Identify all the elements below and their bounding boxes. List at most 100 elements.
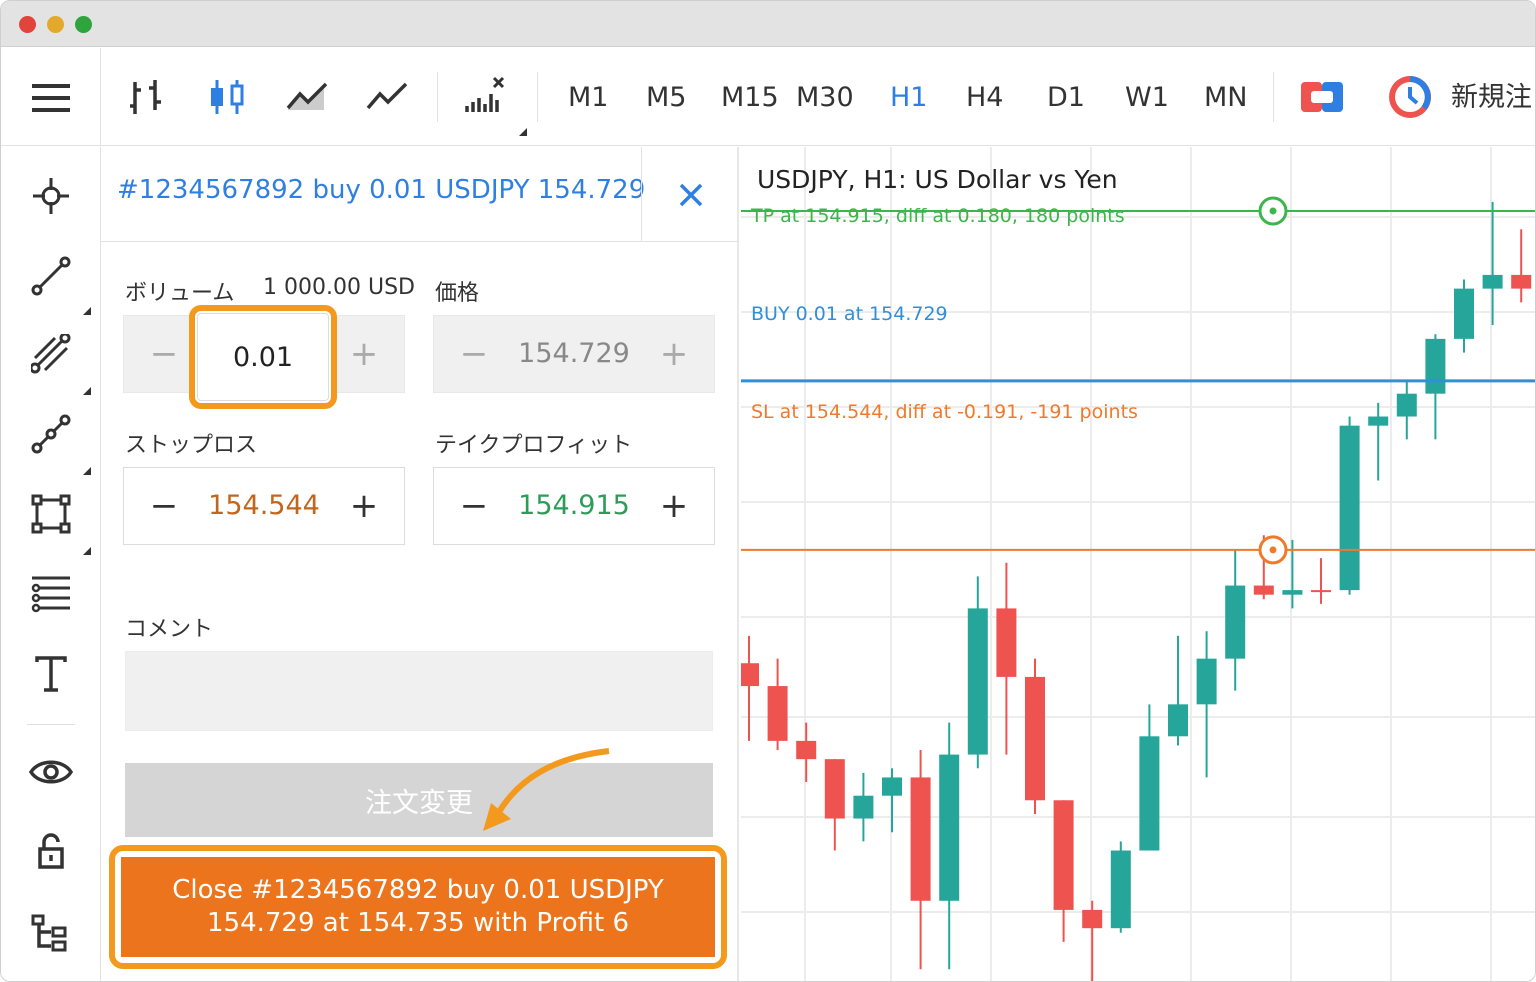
one-click-trading-button[interactable] — [1297, 72, 1347, 122]
corner-indicator-icon — [519, 128, 527, 136]
close-order-button[interactable]: Close #1234567892 buy 0.01 USDJPY 154.72… — [121, 857, 715, 957]
corner-indicator-icon — [83, 307, 91, 315]
candle-body — [882, 777, 902, 796]
candlestick-chart-button[interactable] — [203, 72, 253, 122]
order-panel: #1234567892 buy 0.01 USDJPY 154.729 ボリュー… — [101, 147, 739, 981]
close-window-button[interactable] — [19, 16, 36, 33]
candle-body — [967, 608, 988, 755]
object-tree-button[interactable] — [26, 909, 76, 959]
candle-body — [910, 777, 931, 901]
text-icon — [35, 656, 67, 692]
corner-indicator-icon — [83, 547, 91, 555]
visibility-button[interactable] — [26, 747, 76, 797]
candle-body — [996, 608, 1017, 677]
timeframe-m1[interactable]: M1 — [568, 78, 608, 118]
new-order-icon — [1389, 76, 1432, 118]
bar-chart-button[interactable] — [123, 72, 173, 122]
candle-body — [1196, 658, 1217, 705]
takeprofit-increase-button[interactable]: + — [634, 468, 714, 544]
rectangle-icon — [31, 494, 71, 534]
new-order-icon-button[interactable] — [1385, 72, 1435, 122]
stoploss-increase-button[interactable]: + — [324, 468, 404, 544]
stoploss-value[interactable]: 154.544 — [204, 468, 324, 544]
candle-body — [1425, 338, 1446, 394]
timeframe-h4[interactable]: H4 — [966, 78, 1003, 118]
candle-body — [1511, 274, 1532, 289]
timeframe-h1[interactable]: H1 — [890, 78, 927, 118]
timeframe-m15[interactable]: M15 — [721, 78, 779, 118]
area-chart-icon — [286, 82, 328, 110]
tp-drag-handle-dot — [1269, 207, 1277, 215]
modify-order-button[interactable]: 注文変更 — [125, 763, 713, 837]
candle-body — [824, 759, 845, 819]
takeprofit-value[interactable]: 154.915 — [514, 468, 634, 544]
new-order-label[interactable]: 新規注 — [1451, 78, 1532, 118]
comment-input[interactable] — [125, 651, 713, 731]
candle-body — [741, 663, 759, 687]
indicators-icon — [465, 76, 505, 112]
area-chart-button[interactable] — [283, 72, 333, 122]
candle-body — [1311, 590, 1331, 593]
text-button[interactable] — [26, 649, 76, 699]
app-window: M1 M5 M15 M30 H1 H4 D1 W1 MN 新規注 #123456… — [0, 0, 1536, 982]
order-title: #1234567892 buy 0.01 USDJPY 154.729 — [117, 175, 646, 205]
price-decrease-button: − — [459, 334, 489, 374]
candle-body — [1482, 274, 1503, 289]
drawing-toolbar — [1, 147, 101, 981]
volume-value: 0.01 — [232, 341, 294, 373]
chart-canvas[interactable] — [741, 147, 1536, 982]
fibonacci-icon — [31, 414, 71, 454]
candle-body — [1053, 800, 1074, 910]
timeframe-d1[interactable]: D1 — [1047, 78, 1085, 118]
buy-line-label: BUY 0.01 at 154.729 — [751, 303, 948, 325]
candle-body — [939, 754, 960, 901]
pointer-arrow-icon — [483, 748, 610, 831]
price-increase-button: + — [659, 334, 689, 374]
lines-button[interactable] — [26, 569, 76, 619]
crosshair-icon — [33, 178, 69, 214]
close-icon — [679, 183, 702, 206]
crosshair-button[interactable] — [26, 171, 76, 221]
one-click-trading-icon — [1301, 82, 1343, 112]
candle-body — [1339, 425, 1360, 591]
price-stepper: − 154.729 + — [433, 315, 715, 393]
price-value: 154.729 — [518, 338, 630, 369]
candle-body — [1025, 676, 1045, 801]
indicators-button[interactable] — [461, 72, 511, 122]
timeframe-mn[interactable]: MN — [1204, 78, 1248, 118]
fibonacci-button[interactable] — [26, 409, 76, 459]
toolbar-separator — [27, 724, 75, 725]
minimize-window-button[interactable] — [47, 16, 64, 33]
lock-button[interactable] — [26, 827, 76, 877]
timeframe-w1[interactable]: W1 — [1125, 78, 1169, 118]
takeprofit-stepper[interactable]: − 154.915 + — [433, 467, 715, 545]
menu-button[interactable] — [1, 48, 101, 146]
stoploss-stepper[interactable]: − 154.544 + — [123, 467, 405, 545]
shapes-button[interactable] — [26, 489, 76, 539]
channel-button[interactable] — [26, 329, 76, 379]
order-panel-header: #1234567892 buy 0.01 USDJPY 154.729 — [101, 147, 739, 242]
candle-body — [1396, 393, 1417, 417]
top-toolbar: M1 M5 M15 M30 H1 H4 D1 W1 MN 新規注 — [1, 48, 1535, 146]
candle-body — [1368, 416, 1389, 426]
eye-icon — [29, 760, 73, 784]
price-chart[interactable]: USDJPY, H1: US Dollar vs Yen TP at 154.9… — [741, 147, 1536, 982]
corner-indicator-icon — [83, 467, 91, 475]
close-panel-button[interactable] — [641, 147, 739, 242]
timeframe-m30[interactable]: M30 — [796, 78, 854, 118]
stoploss-decrease-button[interactable]: − — [124, 468, 204, 544]
candle-body — [1454, 288, 1474, 339]
takeprofit-decrease-button[interactable]: − — [434, 468, 514, 544]
price-label: 価格 — [435, 281, 480, 306]
takeprofit-label: テイクプロフィット — [435, 433, 633, 458]
line-chart-button[interactable] — [363, 72, 413, 122]
trend-line-button[interactable] — [26, 251, 76, 301]
close-order-line1: Close #1234567892 buy 0.01 USDJPY — [172, 875, 664, 905]
chart-title: USDJPY, H1: US Dollar vs Yen — [757, 165, 1118, 194]
volume-input[interactable]: 0.01 — [189, 305, 337, 409]
candle-body — [1225, 585, 1246, 659]
modify-order-label: 注文変更 — [365, 787, 473, 819]
object-tree-icon — [31, 914, 67, 952]
timeframe-m5[interactable]: M5 — [646, 78, 686, 118]
maximize-window-button[interactable] — [75, 16, 92, 33]
